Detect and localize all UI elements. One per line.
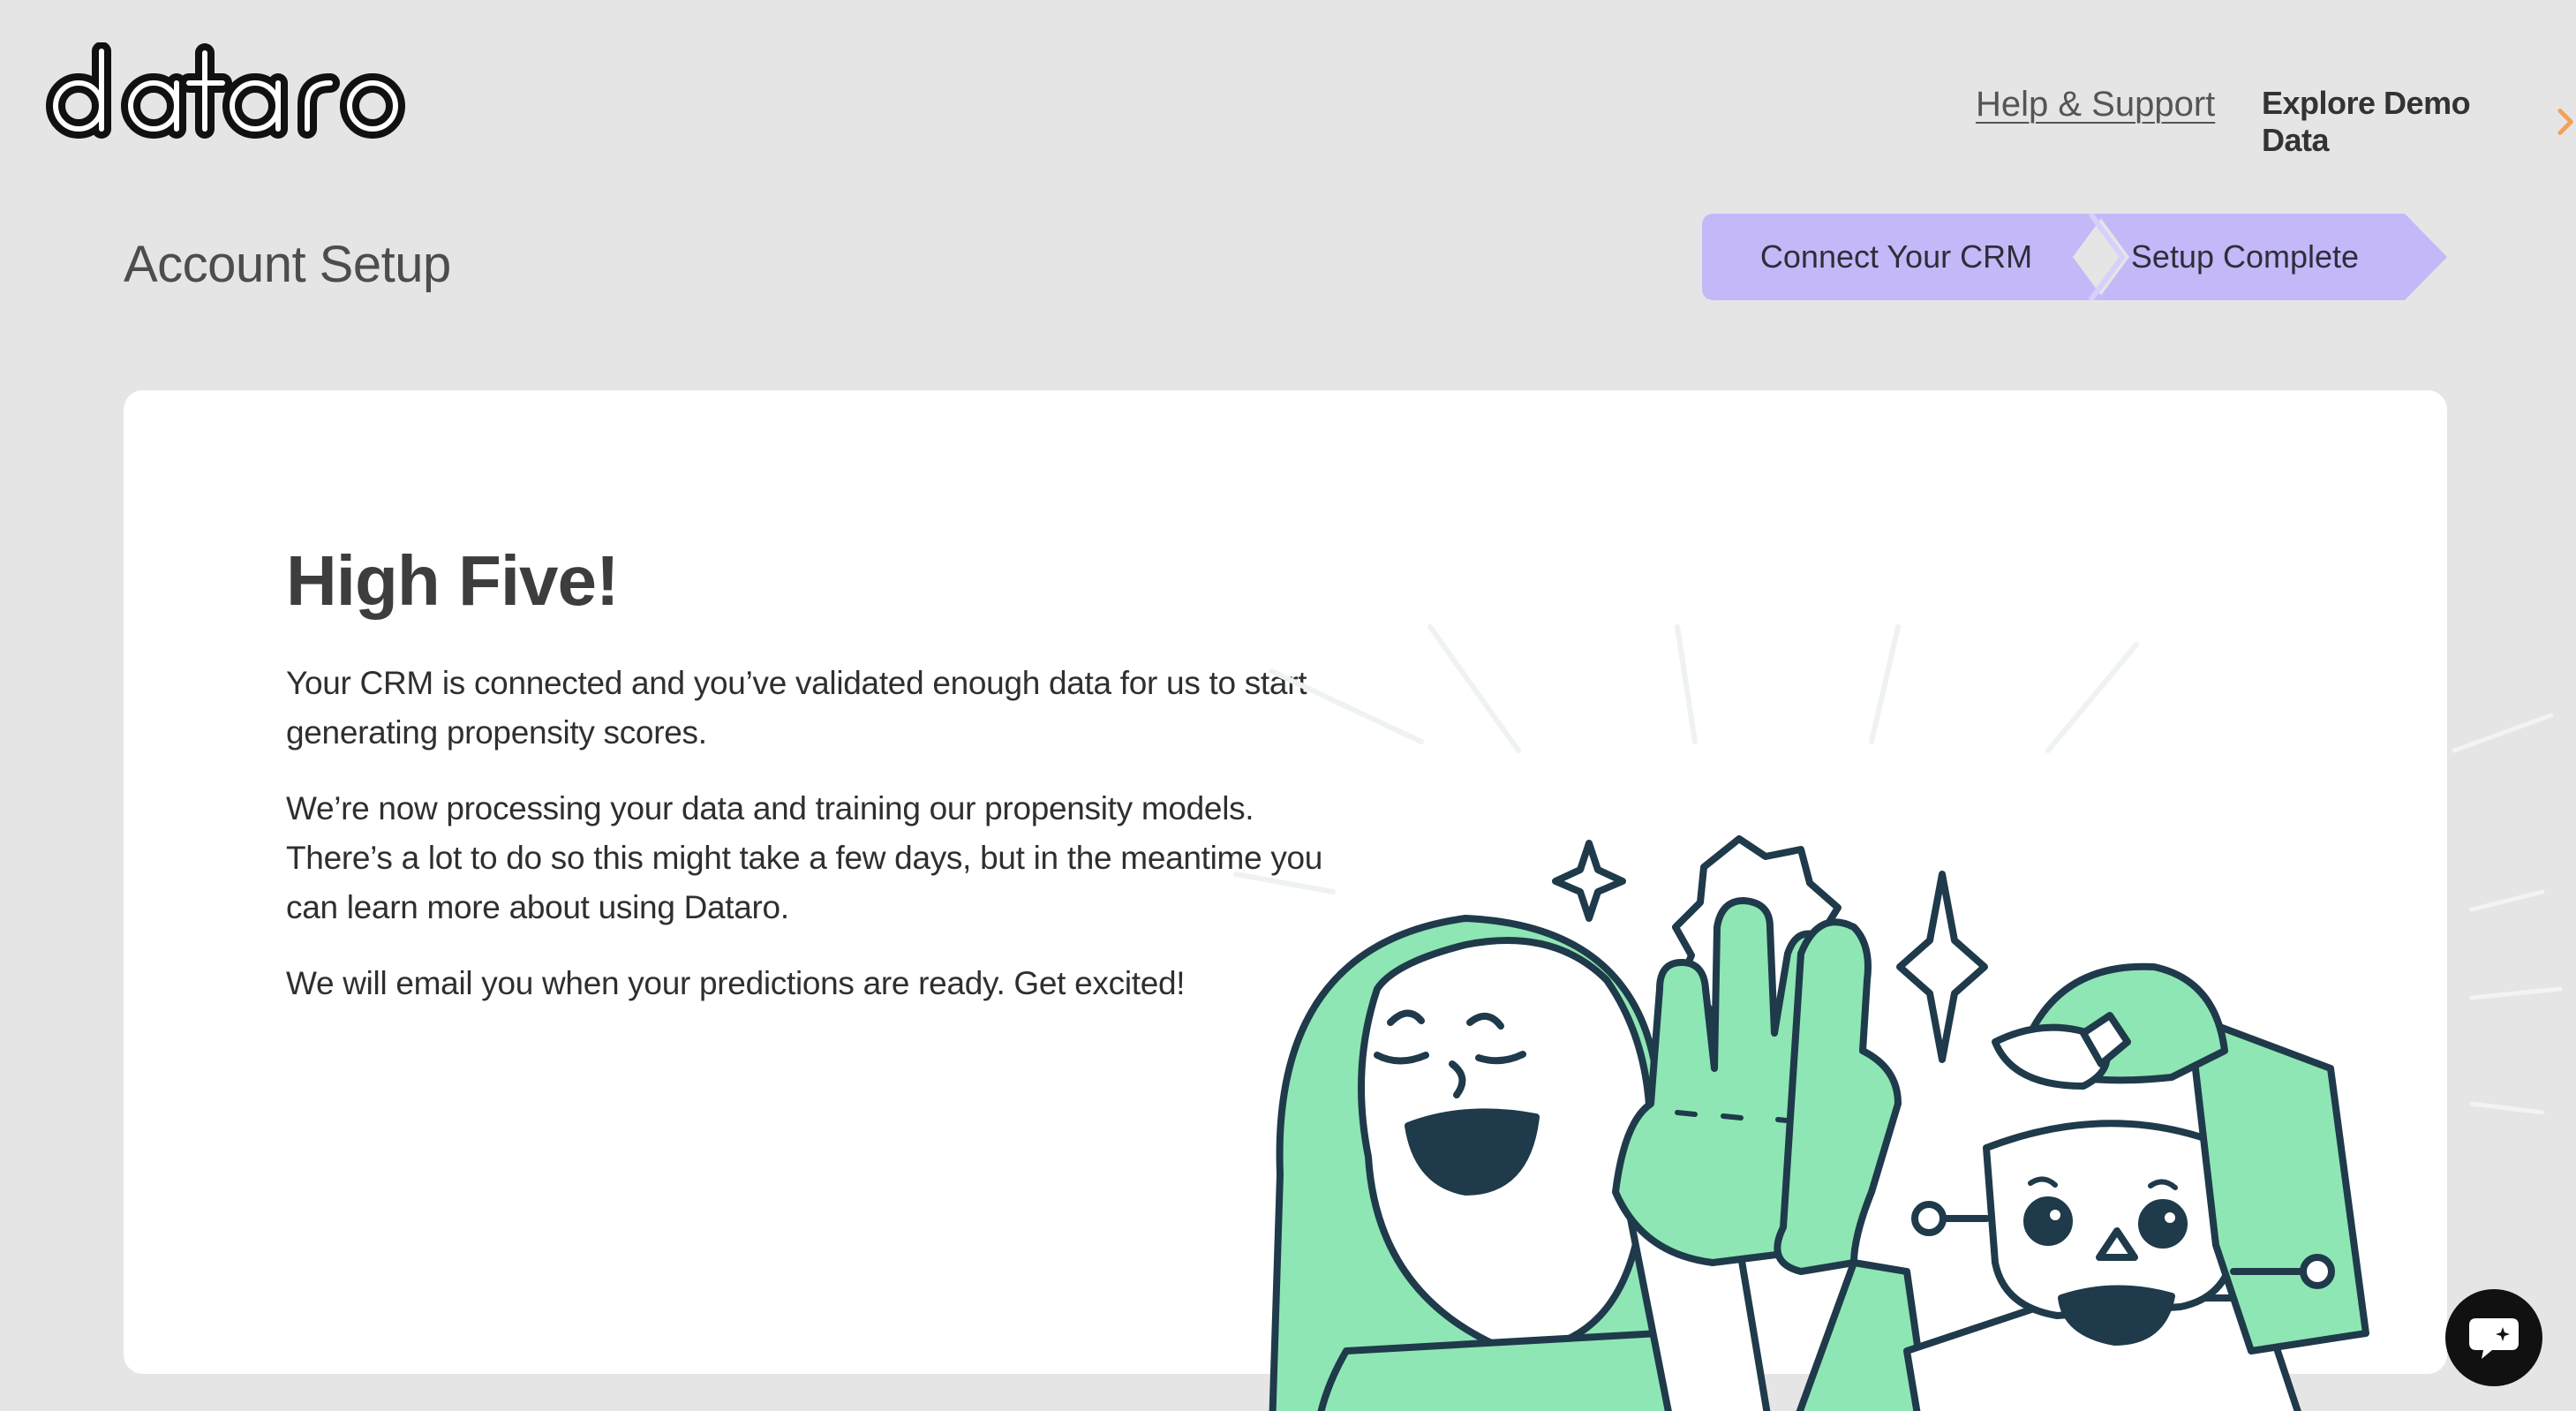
chevron-right-icon bbox=[2557, 109, 2573, 135]
page-title: Account Setup bbox=[124, 236, 451, 293]
chat-widget-button[interactable] bbox=[2445, 1289, 2542, 1386]
step-connect-crm[interactable]: Connect Your CRM bbox=[1702, 214, 2090, 300]
explore-demo-data-link[interactable]: Explore Demo Data bbox=[2262, 85, 2576, 159]
high-five-illustration bbox=[1165, 574, 2576, 1411]
chat-icon bbox=[2469, 1318, 2519, 1359]
step-setup-complete[interactable]: Setup Complete bbox=[2073, 214, 2417, 300]
high-five-image bbox=[1233, 624, 2563, 1411]
setup-stepper: Connect Your CRM Setup Complete bbox=[1702, 214, 2447, 300]
help-support-link[interactable]: Help & Support bbox=[1976, 85, 2215, 124]
dataro-logo[interactable] bbox=[39, 42, 418, 140]
explore-demo-data-label: Explore Demo Data bbox=[2262, 85, 2471, 158]
dataro-logo-mark bbox=[46, 42, 405, 139]
